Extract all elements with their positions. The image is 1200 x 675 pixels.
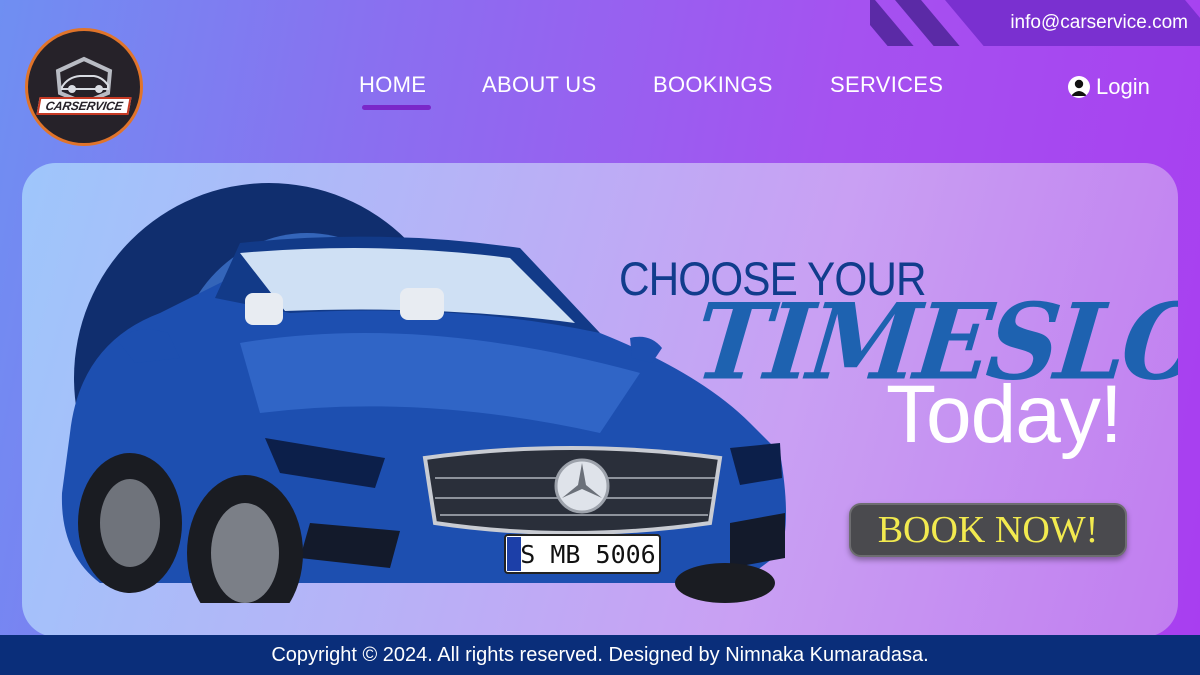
- contact-email[interactable]: info@carservice.com: [1010, 12, 1188, 34]
- nav-bookings-link[interactable]: BOOKINGS: [653, 72, 773, 98]
- hero-heading-today: Today!: [886, 369, 1123, 460]
- license-plate-text: S MB 5006: [520, 540, 655, 569]
- book-now-button[interactable]: BOOK NOW!: [849, 503, 1127, 557]
- main-navigation: HOME ABOUT US BOOKINGS SERVICES: [0, 72, 1200, 112]
- nav-services-link[interactable]: SERVICES: [830, 72, 943, 98]
- hero-banner: S MB 5006 CHOOSE YOUR TIMESLOT Today! BO…: [22, 163, 1178, 637]
- user-icon[interactable]: [1068, 76, 1090, 98]
- footer-copyright: Copyright © 2024. All rights reserved. D…: [0, 635, 1200, 675]
- login-link[interactable]: Login: [1096, 74, 1150, 100]
- nav-home-link[interactable]: HOME: [359, 72, 426, 98]
- nav-active-indicator: [362, 105, 431, 110]
- nav-about-us-link[interactable]: ABOUT US: [482, 72, 596, 98]
